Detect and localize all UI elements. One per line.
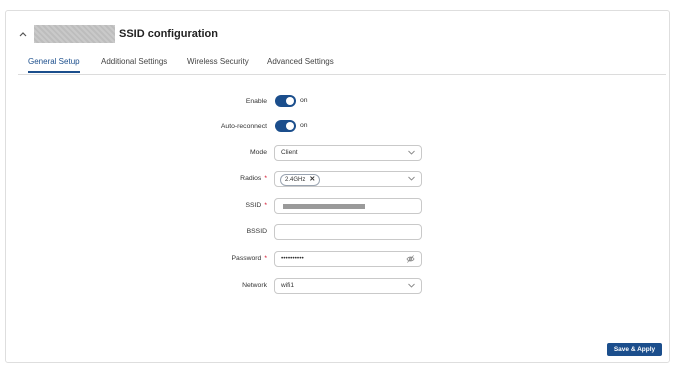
save-apply-button[interactable]: Save & Apply [607,343,662,356]
mode-label: Mode [249,149,267,156]
chip-label: 2.4GHz [285,177,306,183]
required-marker: * [264,255,267,262]
radio-chip-2.4ghz: 2.4GHz ✕ [280,174,321,186]
auto-reconnect-state-label: on [300,122,308,129]
ssid-row: SSID * [0,198,676,214]
required-marker: * [264,202,267,209]
ssid-label: SSID * [245,202,267,209]
redacted-device-name [34,25,115,43]
chevron-up-icon[interactable] [18,29,28,39]
chevron-down-icon [408,176,415,181]
chevron-down-icon [408,150,415,155]
password-value: •••••••••• [281,255,304,262]
toggle-knob [286,97,294,105]
section-header[interactable]: SSID configuration [18,25,218,43]
chip-remove-icon[interactable]: ✕ [309,175,315,185]
radios-label: Radios * [240,175,267,182]
radios-row: Radios * 2.4GHz ✕ [0,171,676,187]
bssid-row: BSSID [0,224,676,240]
redacted-ssid-value [283,204,365,209]
password-label: Password * [231,255,268,262]
tab-wireless-security[interactable]: Wireless Security [187,56,249,73]
mode-row: Mode Client [0,145,676,161]
auto-reconnect-label: Auto-reconnect [220,123,267,130]
password-input[interactable]: •••••••••• [274,251,422,267]
tab-advanced-settings[interactable]: Advanced Settings [267,56,334,73]
network-value: wifi1 [281,282,295,289]
bssid-input[interactable] [274,224,422,240]
enable-row: Enable on [0,94,676,110]
chevron-down-icon [408,283,415,288]
mode-value: Client [281,149,298,156]
required-marker: * [264,175,267,182]
enable-toggle[interactable] [275,95,296,107]
password-row: Password * •••••••••• [0,251,676,267]
mode-select[interactable]: Client [274,145,422,161]
tab-general-setup[interactable]: General Setup [28,56,80,73]
auto-reconnect-toggle[interactable] [275,120,296,132]
enable-state-label: on [300,97,308,104]
radios-multiselect[interactable]: 2.4GHz ✕ [274,171,422,187]
tab-bar: General Setup Additional Settings Wirele… [18,56,666,75]
network-select[interactable]: wifi1 [274,278,422,294]
auto-reconnect-row: Auto-reconnect on [0,119,676,135]
network-row: Network wifi1 [0,278,676,294]
toggle-knob [286,122,294,130]
bssid-label: BSSID [246,228,267,235]
enable-label: Enable [245,98,267,105]
ssid-input[interactable] [274,198,422,214]
network-label: Network [242,282,267,289]
section-title: SSID configuration [119,28,218,40]
tab-additional-settings[interactable]: Additional Settings [101,56,167,73]
eye-off-icon[interactable] [406,255,415,263]
